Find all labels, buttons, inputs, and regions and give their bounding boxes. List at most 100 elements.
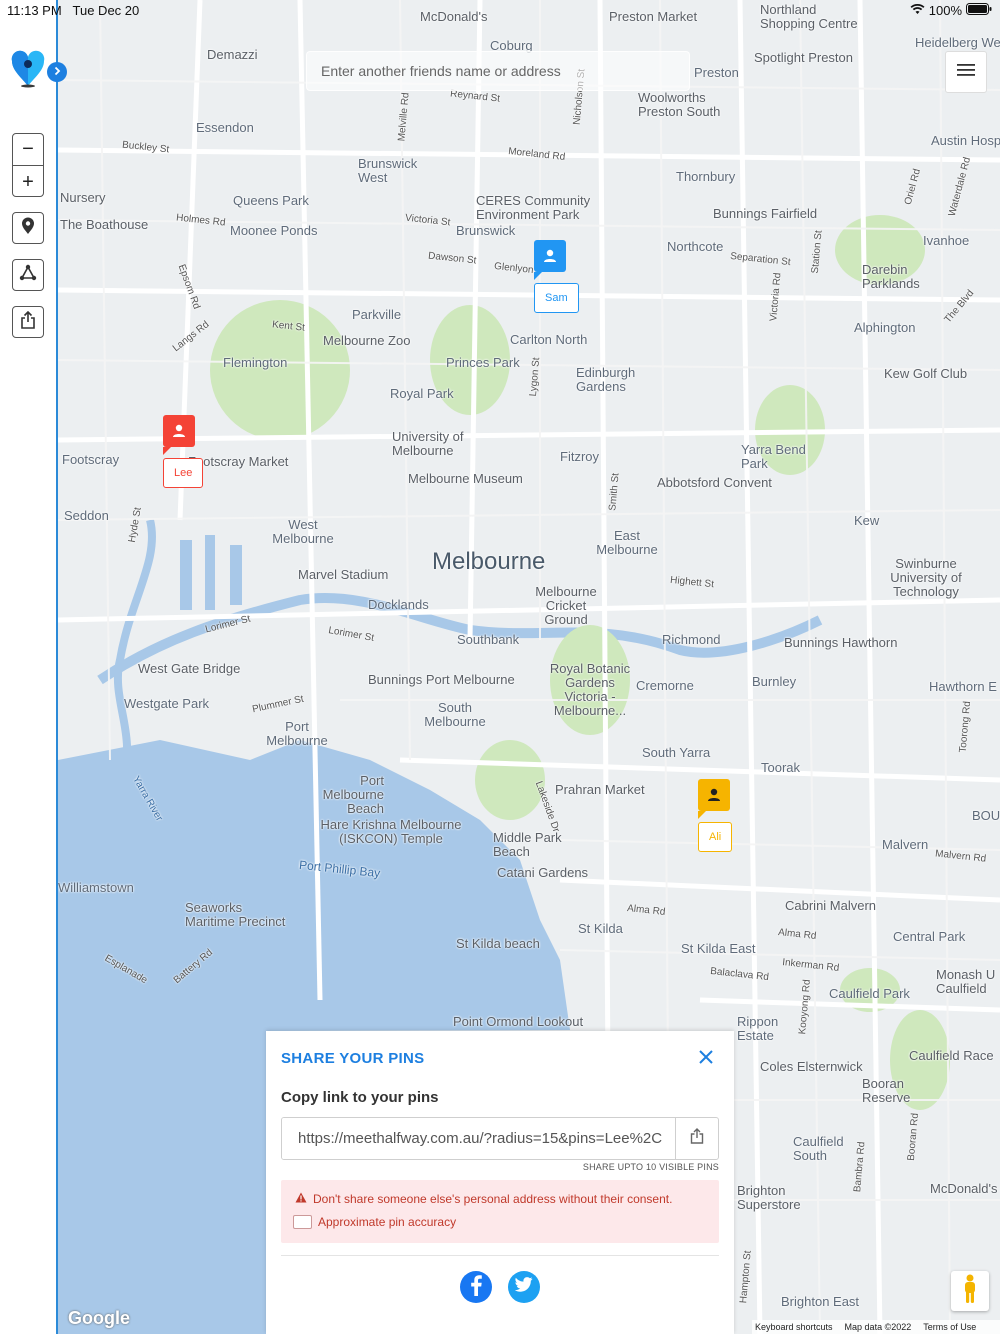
place-label[interactable]: Fitzroy [560, 450, 599, 464]
place-label[interactable]: Prahran Market [555, 783, 645, 797]
place-label[interactable]: Docklands [368, 598, 429, 612]
place-label[interactable]: Essendon [196, 121, 254, 135]
place-label[interactable]: Royal Park [390, 387, 454, 401]
place-label[interactable]: Point Ormond Lookout [453, 1015, 583, 1029]
place-label[interactable]: St Kilda East [681, 942, 755, 956]
place-label[interactable]: Brunswick [456, 224, 515, 238]
place-label[interactable]: South Melbourne [420, 701, 490, 729]
place-label[interactable]: Toorak [761, 761, 800, 775]
place-label[interactable]: Footscray [62, 453, 119, 467]
place-label[interactable]: Caulfield South [793, 1135, 853, 1163]
pin-sam[interactable]: Sam [534, 240, 579, 313]
place-label[interactable]: Alphington [854, 321, 915, 335]
twitter-share-button[interactable] [508, 1271, 540, 1303]
place-label[interactable]: St Kilda beach [456, 937, 540, 951]
place-label[interactable]: Queens Park [233, 194, 309, 208]
approximate-accuracy-checkbox[interactable] [293, 1215, 312, 1229]
place-label[interactable]: Middle Park Beach [493, 831, 563, 859]
place-label[interactable]: Royal Botanic Gardens Victoria - Melbour… [545, 662, 635, 718]
place-label[interactable]: The Boathouse [60, 218, 148, 232]
place-label[interactable]: St Kilda [578, 922, 623, 936]
menu-button[interactable] [945, 51, 987, 93]
app-logo[interactable] [10, 48, 46, 88]
place-label[interactable]: Darebin Parklands [862, 263, 932, 291]
place-label[interactable]: Yarra Bend Park [741, 443, 811, 471]
zoom-out-button[interactable]: − [13, 134, 43, 166]
place-label[interactable]: West Melbourne [268, 518, 338, 546]
pin-lee[interactable]: Lee [163, 415, 204, 488]
place-label[interactable]: Marvel Stadium [298, 568, 388, 582]
place-label[interactable]: Cabrini Malvern [785, 899, 876, 913]
close-button[interactable] [694, 1046, 718, 1070]
place-label[interactable]: University of Melbourne [392, 430, 472, 458]
place-label[interactable]: Port Melbourne [262, 720, 332, 748]
place-label[interactable]: Melbourne Museum [408, 472, 523, 486]
place-label[interactable]: Flemington [223, 356, 287, 370]
place-label[interactable]: Cremorne [636, 679, 694, 693]
place-label[interactable]: Kew Golf Club [884, 367, 967, 381]
terms-link[interactable]: Terms of Use [923, 1322, 976, 1332]
keyboard-shortcuts-link[interactable]: Keyboard shortcuts [755, 1322, 833, 1332]
place-label[interactable]: West Gate Bridge [138, 662, 240, 676]
place-label[interactable]: Northcote [667, 240, 723, 254]
search-input[interactable] [307, 52, 689, 90]
place-label[interactable]: BOU [972, 809, 1000, 823]
place-label[interactable]: Seaworks Maritime Precinct [185, 901, 295, 929]
place-label[interactable]: Brighton East [781, 1295, 859, 1309]
place-label[interactable]: Edinburgh Gardens [576, 366, 646, 394]
place-label[interactable]: Bunnings Hawthorn [784, 636, 897, 650]
place-label[interactable]: Thornbury [676, 170, 735, 184]
place-label[interactable]: Hare Krishna Melbourne (ISKCON) Temple [316, 818, 466, 846]
place-label[interactable]: Port Melbourne Beach [314, 774, 384, 816]
place-label[interactable]: Melbourne Cricket Ground [531, 585, 601, 627]
place-label[interactable]: Caulfield Race [909, 1049, 994, 1063]
place-label[interactable]: Kew [854, 514, 879, 528]
place-label[interactable]: Heidelberg West [915, 36, 1000, 50]
place-label[interactable]: CERES Community Environment Park [476, 194, 596, 222]
place-label[interactable]: Melbourne Zoo [323, 334, 410, 348]
place-label[interactable]: Woolworths Preston South [638, 91, 728, 119]
street-view-button[interactable] [951, 1271, 989, 1311]
place-label[interactable]: Burnley [752, 675, 796, 689]
place-label[interactable]: Central Park [893, 930, 965, 944]
place-label[interactable]: Southbank [457, 633, 519, 647]
share-link-input[interactable] [282, 1118, 676, 1159]
place-label[interactable]: Westgate Park [124, 697, 209, 711]
copy-link-button[interactable] [675, 1118, 718, 1159]
place-label[interactable]: Malvern [882, 838, 928, 852]
place-label[interactable]: Hawthorn E [929, 680, 997, 694]
approximate-accuracy-label[interactable]: Approximate pin accuracy [318, 1215, 456, 1229]
facebook-share-button[interactable] [460, 1271, 492, 1303]
place-label[interactable]: Seddon [64, 509, 109, 523]
zoom-in-button[interactable]: + [13, 166, 43, 198]
share-button[interactable] [12, 306, 44, 338]
place-label[interactable]: East Melbourne [592, 529, 662, 557]
place-label[interactable]: Demazzi [207, 48, 258, 62]
place-label[interactable]: Moonee Ponds [230, 224, 317, 238]
place-label[interactable]: Catani Gardens [497, 866, 588, 880]
place-label[interactable]: Brighton Superstore [737, 1184, 807, 1212]
place-label[interactable]: Ivanhoe [923, 234, 969, 248]
place-label[interactable]: Nursery [60, 191, 106, 205]
midpoint-button[interactable] [12, 259, 44, 291]
place-label[interactable]: McDonald's [930, 1182, 998, 1196]
place-label[interactable]: Carlton North [510, 333, 587, 347]
place-label[interactable]: Rippon Estate [737, 1015, 797, 1043]
place-label[interactable]: Spotlight Preston [754, 51, 853, 65]
pin-ali[interactable]: Ali [698, 779, 733, 852]
place-label[interactable]: Coles Elsternwick [760, 1060, 863, 1074]
add-pin-button[interactable] [12, 212, 44, 244]
place-label[interactable]: Bunnings Fairfield [713, 207, 817, 221]
place-label[interactable]: Caulfield Park [829, 987, 910, 1001]
place-label[interactable]: Abbotsford Convent [657, 476, 772, 490]
place-label[interactable]: Monash U Caulfield [936, 968, 1000, 996]
place-label[interactable]: Brunswick West [358, 157, 428, 185]
place-label[interactable]: Princes Park [446, 356, 520, 370]
place-label[interactable]: South Yarra [642, 746, 710, 760]
place-label[interactable]: Bunnings Port Melbourne [368, 673, 515, 687]
place-label[interactable]: Preston [694, 66, 739, 80]
place-label[interactable]: Richmond [662, 633, 721, 647]
place-label[interactable]: Swinburne University of Technology [886, 557, 966, 599]
place-label[interactable]: Parkville [352, 308, 401, 322]
place-label[interactable]: Footscray Market [188, 455, 288, 469]
